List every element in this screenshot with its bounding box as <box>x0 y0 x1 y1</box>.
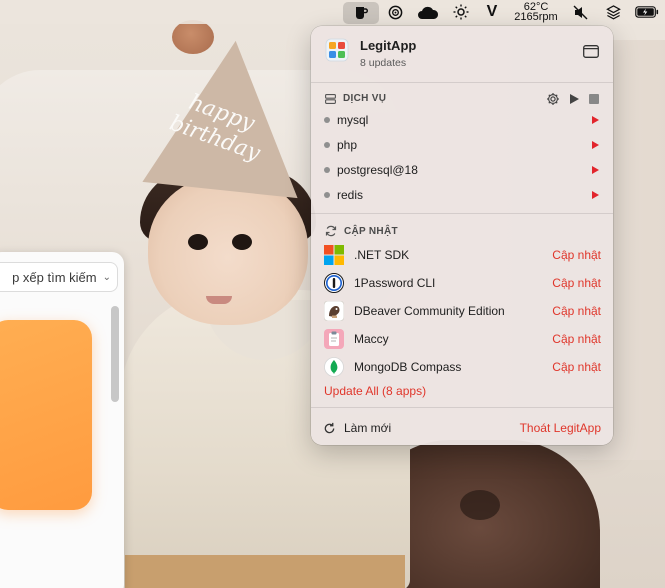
layers-icon[interactable] <box>597 0 629 24</box>
sort-search-label: p xếp tìm kiếm <box>12 269 97 285</box>
update-label: MongoDB Compass <box>354 360 462 374</box>
window-scrollbar[interactable] <box>111 306 119 402</box>
coffee-cup-icon[interactable] <box>343 1 379 24</box>
service-row-php[interactable]: php <box>324 135 600 155</box>
update-label: Maccy <box>354 332 389 346</box>
service-row-redis[interactable]: redis <box>324 185 600 205</box>
update-button[interactable]: Cập nhật <box>552 360 601 374</box>
menu-bar-status-items: V 62°C 2165rpm <box>343 0 665 24</box>
status-dot <box>324 167 330 173</box>
v-icon[interactable]: V <box>477 0 507 24</box>
status-dot <box>324 142 330 148</box>
temperature-readout[interactable]: 62°C 2165rpm <box>507 0 565 24</box>
cloud-icon[interactable] <box>411 0 445 24</box>
child-eye-left <box>188 234 208 250</box>
updates-count: 8 updates <box>360 57 407 69</box>
legitapp-logo-icon <box>325 38 349 62</box>
dbeaver-icon <box>323 300 345 322</box>
service-row-mysql[interactable]: mysql <box>324 110 600 130</box>
start-service-icon[interactable] <box>592 166 599 174</box>
chevron-down-icon: ⌄ <box>102 271 111 283</box>
update-row-1password-cli[interactable]: 1Password CLI Cập nhật <box>323 271 601 295</box>
start-service-icon[interactable] <box>592 116 599 124</box>
orange-card[interactable] <box>0 320 92 510</box>
update-row-dotnet-sdk[interactable]: .NET SDK Cập nhật <box>323 243 601 267</box>
server-icon <box>325 93 336 104</box>
update-label: DBeaver Community Edition <box>354 304 505 318</box>
refresh-icon <box>324 422 335 433</box>
party-hat-pompom <box>172 20 214 54</box>
open-window-icon[interactable] <box>583 45 599 58</box>
cardboard-box <box>125 555 405 588</box>
start-service-icon[interactable] <box>592 191 599 199</box>
update-row-dbeaver[interactable]: DBeaver Community Edition Cập nhật <box>323 299 601 323</box>
update-label: 1Password CLI <box>354 276 436 290</box>
update-button[interactable]: Cập nhật <box>552 304 601 318</box>
brightness-icon[interactable] <box>445 0 477 24</box>
gear-icon[interactable] <box>546 92 560 106</box>
quit-button[interactable]: Thoát LegitApp <box>520 421 601 435</box>
update-row-mongodb-compass[interactable]: MongoDB Compass Cập nhật <box>323 355 601 379</box>
update-button[interactable]: Cập nhật <box>552 276 601 290</box>
service-row-postgresql[interactable]: postgresql@18 <box>324 160 600 180</box>
divider <box>311 407 613 408</box>
microsoft-icon <box>323 244 345 266</box>
update-label: .NET SDK <box>354 248 410 262</box>
updates-heading-label: CẬP NHẬT <box>344 225 398 237</box>
onepassword-icon <box>323 272 345 294</box>
play-all-icon[interactable] <box>569 93 580 105</box>
legitapp-menu-panel: LegitApp 8 updates DỊCH VỤ mysql php pos… <box>311 26 613 445</box>
refresh-button[interactable]: Làm mới <box>323 421 391 435</box>
service-label: mysql <box>337 113 369 127</box>
menu-bar: V 62°C 2165rpm <box>0 0 665 24</box>
service-label: redis <box>337 188 364 202</box>
sync-icon <box>325 225 337 237</box>
maccy-icon <box>323 328 345 350</box>
update-row-maccy[interactable]: Maccy Cập nhật <box>323 327 601 351</box>
refresh-label: Làm mới <box>344 421 392 435</box>
service-controls <box>546 92 599 106</box>
mongodb-icon <box>323 356 345 378</box>
divider <box>311 82 613 83</box>
teddy-bear-nose <box>460 490 500 520</box>
update-all-button[interactable]: Update All (8 apps) <box>324 384 426 398</box>
update-button[interactable]: Cập nhật <box>552 248 601 262</box>
service-label: php <box>337 138 358 152</box>
services-heading: DỊCH VỤ <box>325 93 386 104</box>
app-title: LegitApp <box>360 38 417 53</box>
sort-search-dropdown[interactable]: p xếp tìm kiếm ⌄ <box>0 262 118 292</box>
divider <box>311 213 613 214</box>
child-mouth <box>206 296 232 304</box>
mute-icon[interactable] <box>565 0 597 24</box>
panel-header: LegitApp 8 updates <box>325 38 416 69</box>
fan-rpm: 2165rpm <box>514 11 558 23</box>
panel-footer: Làm mới Thoát LegitApp <box>323 418 601 438</box>
update-button[interactable]: Cập nhật <box>552 332 601 346</box>
updates-heading: CẬP NHẬT <box>325 225 398 237</box>
service-label: postgresql@18 <box>337 163 418 177</box>
services-heading-label: DỊCH VỤ <box>343 93 387 104</box>
status-dot <box>324 192 330 198</box>
clock-icon[interactable] <box>379 0 411 24</box>
start-service-icon[interactable] <box>592 141 599 149</box>
stop-all-icon[interactable] <box>589 94 599 104</box>
battery-charging-icon[interactable] <box>629 0 665 24</box>
child-eye-right <box>232 234 252 250</box>
status-dot <box>324 117 330 123</box>
